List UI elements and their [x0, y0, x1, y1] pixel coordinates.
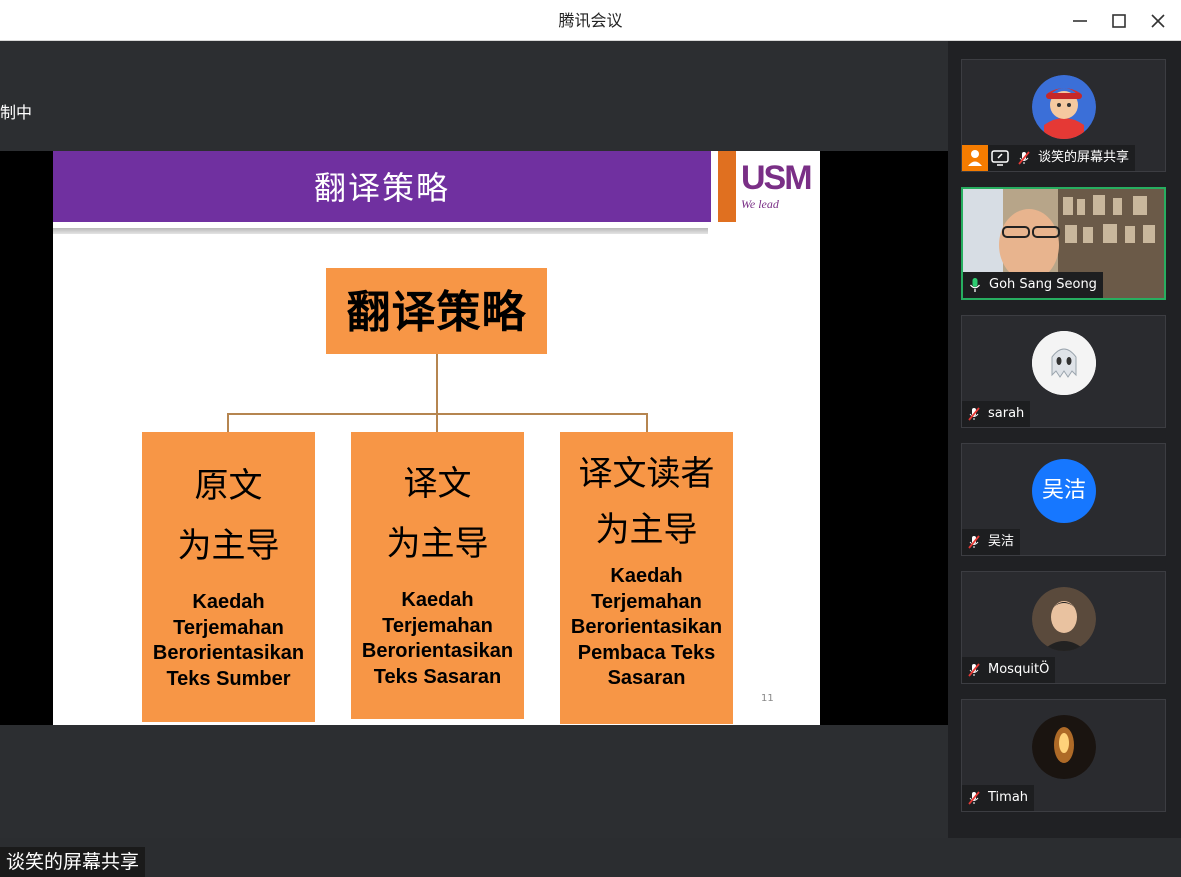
box-ms-line: Terjemahan: [591, 590, 702, 613]
box-ms-line: Berorientasikan: [570, 616, 723, 638]
presentation-slide: 翻译策略 USM We lead 翻译策略 原文 为主导 Kaedah Terj…: [53, 151, 820, 725]
ghost-avatar: [1032, 331, 1096, 395]
box-ms-line: Terjemahan: [382, 614, 493, 637]
participant-name: 谈笑的屏幕共享: [1038, 150, 1130, 165]
participant-tile[interactable]: Timah: [961, 699, 1166, 812]
participant-name-tag: 谈笑的屏幕共享: [962, 145, 1136, 171]
minimize-icon: [1073, 20, 1087, 22]
screen-share-icon: [990, 148, 1012, 168]
usm-logo: USM We lead: [741, 159, 813, 219]
diagram-box-source-text: 原文 为主导 Kaedah Terjemahan Berorientasikan…: [142, 432, 315, 722]
participant-name-tag: Goh Sang Seong: [963, 272, 1103, 298]
cartoon-avatar: [1032, 75, 1096, 139]
logo-text: USM: [741, 159, 813, 197]
slide-header: 翻译策略: [53, 151, 711, 222]
box-cn-line1: 原文: [194, 466, 263, 506]
slide-page-number: 11: [761, 693, 774, 704]
connector-line: [436, 354, 438, 413]
text-avatar: 吴洁: [1032, 459, 1096, 523]
mic-muted-icon: [968, 407, 980, 421]
slide-title: 翻译策略: [313, 169, 450, 207]
mic-muted-icon: [1018, 151, 1030, 165]
maximize-icon: [1112, 14, 1126, 28]
participant-tile[interactable]: sarah: [961, 315, 1166, 428]
participant-name: sarah: [988, 406, 1025, 421]
participant-tile[interactable]: 吴洁 吴洁: [961, 443, 1166, 556]
connector-line: [436, 413, 438, 432]
mic-muted-icon: [968, 791, 980, 805]
box-ms-line: Kaedah: [401, 589, 474, 611]
participant-name: 吴洁: [988, 534, 1015, 549]
box-ms-line: Teks Sasaran: [373, 665, 502, 688]
divider: [53, 228, 708, 234]
close-button[interactable]: [1145, 8, 1171, 34]
box-cn-line1: 译文读者: [578, 454, 715, 494]
mic-muted-icon: [968, 663, 980, 677]
box-ms-line: Terjemahan: [173, 616, 284, 639]
box-ms-line: Pembaca Teks: [577, 641, 716, 664]
diagram-box-target-reader: 译文读者 为主导 Kaedah Terjemahan Berorientasik…: [560, 432, 733, 724]
photo-avatar: [1032, 715, 1096, 779]
diagram-root-box: 翻译策略: [326, 268, 547, 354]
box-cn-line2: 为主导: [386, 524, 489, 564]
box-ms-line: Sasaran: [607, 667, 686, 689]
close-icon: [1151, 14, 1165, 28]
screen-share-area: 制中 翻译策略 USM We lead 翻译策略 原文 为主导 Kaedah T…: [0, 41, 948, 877]
header-accent: [718, 151, 736, 222]
connector-line: [646, 413, 648, 432]
box-cn-line2: 为主导: [177, 526, 280, 566]
participant-name: Goh Sang Seong: [989, 277, 1097, 292]
participant-name-tag: MosquitÖ: [962, 657, 1056, 683]
connector-line: [227, 413, 229, 432]
participant-name-tag: Timah: [962, 785, 1035, 811]
participant-name-tag: 吴洁: [962, 529, 1021, 555]
minimize-button[interactable]: [1067, 8, 1093, 34]
maximize-button[interactable]: [1106, 8, 1132, 34]
participant-tile[interactable]: MosquitÖ: [961, 571, 1166, 684]
box-ms-line: Kaedah: [192, 591, 265, 613]
host-icon: [962, 145, 988, 171]
box-ms-line: Kaedah: [610, 565, 683, 587]
window-titlebar: 腾讯会议: [0, 0, 1181, 41]
participant-tile[interactable]: 谈笑的屏幕共享: [961, 59, 1166, 172]
box-cn-line2: 为主导: [595, 510, 698, 550]
photo-avatar: [1032, 587, 1096, 651]
box-ms-line: Teks Sumber: [166, 667, 291, 690]
participant-name: Timah: [988, 790, 1029, 805]
box-ms-line: Berorientasikan: [361, 640, 514, 662]
diagram-box-target-text: 译文 为主导 Kaedah Terjemahan Berorientasikan…: [351, 432, 524, 719]
window-title: 腾讯会议: [558, 11, 623, 30]
screen-share-label: 谈笑的屏幕共享: [0, 847, 146, 877]
mic-muted-icon: [968, 535, 980, 549]
logo-tagline: We lead: [741, 197, 779, 211]
participant-tile-active[interactable]: Goh Sang Seong: [961, 187, 1166, 300]
box-cn-line1: 译文: [403, 464, 472, 504]
status-text: 制中: [0, 103, 33, 122]
participant-name-tag: sarah: [962, 401, 1031, 427]
participant-name: MosquitÖ: [988, 662, 1050, 677]
mic-active-icon: [969, 278, 981, 292]
box-ms-line: Berorientasikan: [152, 642, 305, 664]
